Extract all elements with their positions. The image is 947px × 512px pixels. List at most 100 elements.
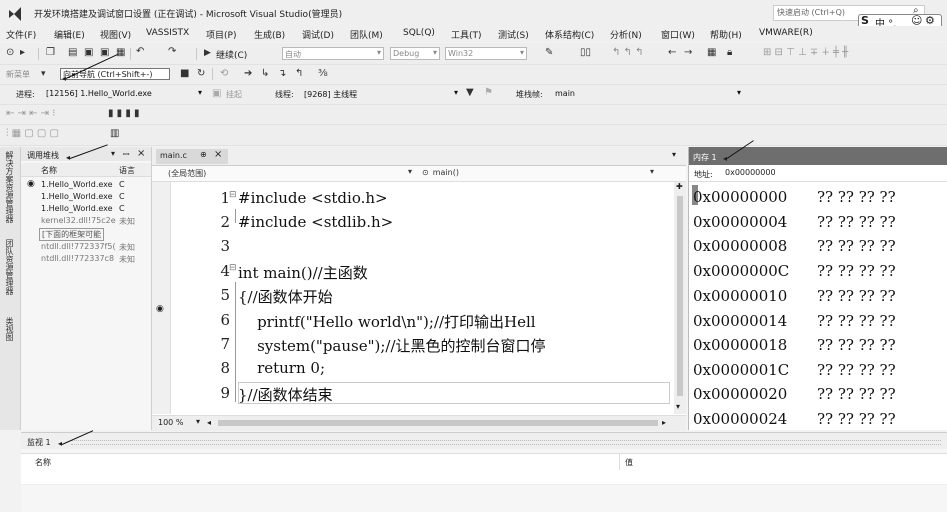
collapse-include-icon[interactable]: ⊟ <box>229 190 237 200</box>
new-menu-button[interactable]: 新菜单 <box>6 69 30 80</box>
table-row[interactable]: kernel32.dll!75c2e <box>41 216 116 225</box>
configuration-combo[interactable]: Debug ▾ <box>390 47 440 60</box>
horizontal-scrollbar[interactable] <box>218 420 658 426</box>
hex-display-icon[interactable]: ⅜ <box>318 68 328 80</box>
menu-project[interactable]: 项目(P) <box>206 28 236 41</box>
nav-forward-icon[interactable]: → <box>684 47 692 59</box>
editor-tab-strip: main.c ⊕ × ▾ <box>152 147 686 166</box>
step-out-icon[interactable]: ↰ <box>295 68 303 80</box>
col-name[interactable]: 名称 <box>41 165 57 176</box>
debug-location-toolbar: 进程: [12156] 1.Hello_World.exe ▾ ▣ 挂起 线程: … <box>0 85 947 105</box>
undo-icon[interactable]: ↶ <box>136 46 144 58</box>
menu-analyze[interactable]: 分析(N) <box>610 28 642 41</box>
function-combo[interactable]: ⊙ main() ▾ <box>420 167 656 180</box>
tab-team-explorer[interactable]: 团队资源管理器 <box>4 239 15 295</box>
suspend-button[interactable]: 挂起 <box>226 89 242 100</box>
menu-window[interactable]: 窗口(W) <box>661 28 695 41</box>
menu-debug[interactable]: 调试(D) <box>302 28 334 41</box>
menu-vmware[interactable]: VMWARE(R) <box>759 28 813 38</box>
collapse-main-icon[interactable]: ⊟ <box>229 263 237 273</box>
step-icons[interactable]: ↰ ↰ ↰ <box>612 47 644 59</box>
stack-frame-combo[interactable]: main ▾ <box>553 88 743 101</box>
suspend-icon[interactable]: ▣ <box>212 88 221 100</box>
tab-dropdown-icon[interactable]: ▾ <box>672 150 676 159</box>
team-icon[interactable]: ▥ <box>110 128 119 140</box>
menu-team[interactable]: 团队(M) <box>350 28 383 41</box>
table-row[interactable]: 1.Hello_World.exe <box>41 180 113 189</box>
menu-sql[interactable]: SQL(Q) <box>403 28 435 38</box>
scroll-left-icon[interactable]: ◂ <box>207 418 211 427</box>
breakpoint-gutter[interactable]: ◉ <box>152 182 171 414</box>
tab-class-view[interactable]: 类视图 <box>4 317 15 341</box>
watch-empty-row[interactable] <box>21 470 947 485</box>
find-icon[interactable]: ✎ <box>545 47 553 59</box>
menu-architecture[interactable]: 体系结构(C) <box>545 28 594 41</box>
align-icons[interactable]: ⊞ ⊟ ⊤ ⊥ ∓ ∔ ╪ ╫ <box>763 47 848 59</box>
layout-icons[interactable]: ⫶ ▦ ▢ ▢ ▢ <box>6 128 59 140</box>
comment-icons[interactable]: ⇤ ⇥ ⇤ ⇥ ⁝ <box>6 108 55 120</box>
menu-tools[interactable]: 工具(T) <box>451 28 482 41</box>
forward-icon[interactable]: ▸ <box>20 47 25 59</box>
close-icon[interactable]: × <box>214 149 222 160</box>
lock-icon[interactable]: 🔒︎ <box>727 47 732 59</box>
flag-icon[interactable]: ⚑ <box>484 87 493 99</box>
save-icon[interactable]: ▣ <box>84 47 93 59</box>
menu-help[interactable]: 帮助(H) <box>710 28 742 41</box>
zoom-combo[interactable]: 100 % ▾ <box>156 417 202 430</box>
show-next-statement-icon[interactable]: ➔ <box>244 68 252 80</box>
grid-icon[interactable]: ▦ <box>707 47 716 59</box>
menu-build[interactable]: 生成(B) <box>254 28 285 41</box>
table-row[interactable]: ntdll.dll!772337f5( <box>41 242 116 251</box>
memory-grid[interactable]: 0x00000000?? ?? ?? ?? 0x00000004?? ?? ??… <box>693 183 947 430</box>
step-into-icon[interactable]: ↳ <box>261 68 269 80</box>
table-row[interactable]: ntdll.dll!772337c8 <box>41 254 114 263</box>
code-line: #include <stdio.h> <box>238 189 388 207</box>
menu-view[interactable]: 视图(V) <box>100 28 131 41</box>
open-file-icon[interactable]: ▤ <box>68 47 77 59</box>
continue-icon[interactable]: ▶ <box>204 47 211 59</box>
nav-back-icon[interactable]: ← <box>668 47 676 59</box>
scroll-right-icon[interactable]: ▸ <box>662 418 666 427</box>
stop-icon[interactable]: ■ <box>180 68 189 80</box>
vertical-scrollbar[interactable]: ✚ ▾ <box>674 182 686 414</box>
bookmark-icon[interactable]: ▯▯ <box>580 47 591 59</box>
menu-file[interactable]: 文件(F) <box>6 28 36 41</box>
restart-icon[interactable]: ↻ <box>197 68 205 80</box>
col-language[interactable]: 语言 <box>119 165 135 176</box>
tab-solution-explorer[interactable]: 解决方案资源管理器 <box>4 151 15 223</box>
dropdown-icon[interactable]: ▾ <box>41 68 46 80</box>
filter-icon[interactable]: ▼ <box>466 87 474 99</box>
call-stack-header: 调用堆栈 ▾ ꟷ × <box>21 147 151 161</box>
memory-title[interactable]: 内存 1 <box>693 152 717 163</box>
scope-combo[interactable]: (全局范围) ▾ <box>166 167 414 180</box>
pin-icon[interactable]: ꟷ <box>123 149 130 160</box>
table-row[interactable]: 1.Hello_World.exe <box>41 192 113 201</box>
tab-main-c[interactable]: main.c ⊕ × <box>156 149 228 164</box>
menu-test[interactable]: 测试(S) <box>498 28 529 41</box>
new-project-icon[interactable]: ❐ <box>46 47 55 59</box>
process-combo[interactable]: [12156] 1.Hello_World.exe ▾ <box>44 88 204 101</box>
address-input[interactable]: 0x00000000 <box>723 167 945 179</box>
thread-combo[interactable]: [9268] 主线程 ▾ <box>302 88 460 101</box>
pin-icon[interactable]: ⊕ <box>200 150 207 159</box>
col-value[interactable]: 值 <box>625 457 633 468</box>
step-over-icon[interactable]: ↴ <box>278 68 286 80</box>
auto-combo[interactable]: 自动 ▾ <box>282 47 384 60</box>
watch-title[interactable]: 监视 1 <box>27 437 51 448</box>
table-row[interactable]: [下面的框架可能 <box>39 228 105 241</box>
col-name[interactable]: 名称 <box>35 457 51 468</box>
continue-button[interactable]: 继续(C) <box>216 48 247 61</box>
redo-icon[interactable]: ↷ <box>168 46 176 58</box>
menu-vassistx[interactable]: VASSISTX <box>146 28 189 38</box>
platform-combo[interactable]: Win32 ▾ <box>445 47 527 60</box>
back-icon[interactable]: ⊙ <box>6 47 14 59</box>
menu-edit[interactable]: 编辑(E) <box>54 28 85 41</box>
arrowhead-icon: ◂ <box>723 154 728 163</box>
close-icon[interactable]: × <box>137 148 145 159</box>
code-area[interactable]: #include <stdio.h> #include <stdlib.h> i… <box>238 182 672 414</box>
break-icon[interactable]: ⟲ <box>220 68 228 80</box>
table-row[interactable]: 1.Hello_World.exe <box>41 204 113 213</box>
call-stack-title[interactable]: 调用堆栈 <box>27 150 59 161</box>
dropdown-icon[interactable]: ▾ <box>111 149 115 158</box>
bookmark-toggle-icons[interactable]: ▮ ▮ ▮ ▮ <box>108 108 140 120</box>
